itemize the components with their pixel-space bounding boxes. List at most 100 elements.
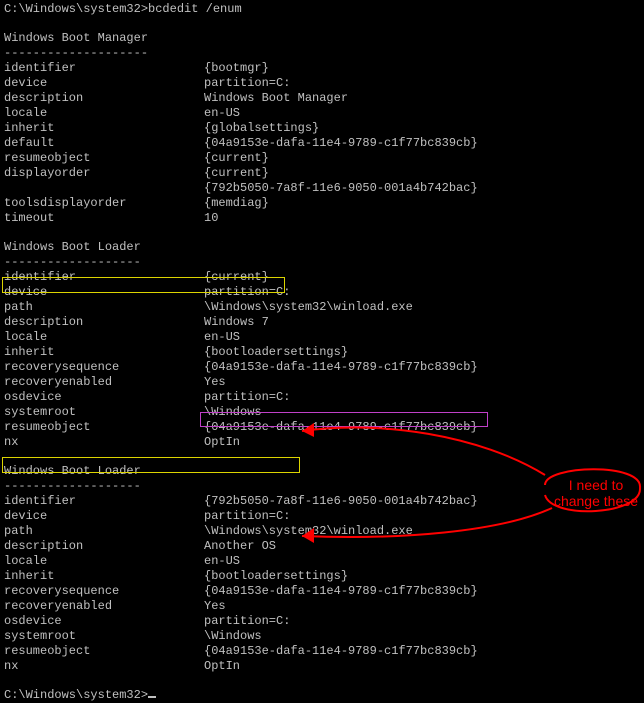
kv-row: resumeobject{current} xyxy=(4,151,640,166)
key-label: resumeobject xyxy=(4,151,204,166)
key-label: nx xyxy=(4,659,204,674)
value-text: OptIn xyxy=(204,435,240,449)
value-text: Yes xyxy=(204,599,226,613)
key-label: recoveryenabled xyxy=(4,375,204,390)
value-text: partition=C: xyxy=(204,614,290,628)
value-text: partition=C: xyxy=(204,390,290,404)
kv-row: resumeobject{04a9153e-dafa-11e4-9789-c1f… xyxy=(4,420,640,435)
kv-row: recoverysequence{04a9153e-dafa-11e4-9789… xyxy=(4,360,640,375)
section-bootmgr: Windows Boot Manager -------------------… xyxy=(4,31,640,226)
section-underline: ------------------- xyxy=(4,479,640,494)
value-text: Windows 7 xyxy=(204,315,269,329)
command-prompt-line: C:\Windows\system32>bcdedit /enum xyxy=(4,2,640,17)
key-label: identifier xyxy=(4,61,204,76)
key-label: device xyxy=(4,509,204,524)
value-text: \Windows xyxy=(204,405,262,419)
kv-row: localeen-US xyxy=(4,106,640,121)
value-text: \Windows\system32\winload.exe xyxy=(204,300,413,314)
value-text: {04a9153e-dafa-11e4-9789-c1f77bc839cb} xyxy=(204,420,478,434)
key-label: osdevice xyxy=(4,614,204,629)
value-text: Another OS xyxy=(204,539,276,553)
key-label: description xyxy=(4,539,204,554)
kv-row: devicepartition=C: xyxy=(4,285,640,300)
key-label: description xyxy=(4,315,204,330)
value-text: partition=C: xyxy=(204,509,290,523)
key-label: resumeobject xyxy=(4,644,204,659)
value-text: OptIn xyxy=(204,659,240,673)
key-label: default xyxy=(4,136,204,151)
kv-row: recoveryenabledYes xyxy=(4,599,640,614)
value-text: \Windows\system32\winload.exe xyxy=(204,524,413,538)
section-loader2: Windows Boot Loader ------------------- … xyxy=(4,464,640,674)
kv-row: path\Windows\system32\winload.exe xyxy=(4,524,640,539)
annotation-text: I need to change these xyxy=(552,477,640,509)
kv-row: path\Windows\system32\winload.exe xyxy=(4,300,640,315)
key-label: locale xyxy=(4,554,204,569)
kv-row: inherit{bootloadersettings} xyxy=(4,345,640,360)
kv-row: osdevicepartition=C: xyxy=(4,614,640,629)
key-label: recoveryenabled xyxy=(4,599,204,614)
key-label: identifier xyxy=(4,270,204,285)
key-label: locale xyxy=(4,106,204,121)
value-text: {bootmgr} xyxy=(204,61,269,75)
kv-row: nxOptIn xyxy=(4,435,640,450)
value-text: {bootloadersettings} xyxy=(204,345,348,359)
key-label: timeout xyxy=(4,211,204,226)
value-text: {current} xyxy=(204,166,269,180)
key-label: toolsdisplayorder xyxy=(4,196,204,211)
key-label: device xyxy=(4,76,204,91)
value-text: partition=C: xyxy=(204,76,290,90)
cursor-icon xyxy=(148,696,156,698)
key-label: path xyxy=(4,300,204,315)
key-label: resumeobject xyxy=(4,420,204,435)
command-prompt-ready[interactable]: C:\Windows\system32> xyxy=(4,688,640,703)
value-text: {04a9153e-dafa-11e4-9789-c1f77bc839cb} xyxy=(204,136,478,150)
value-text: {bootloadersettings} xyxy=(204,569,348,583)
kv-row: default{04a9153e-dafa-11e4-9789-c1f77bc8… xyxy=(4,136,640,151)
section-underline: -------------------- xyxy=(4,46,640,61)
kv-row: recoveryenabledYes xyxy=(4,375,640,390)
kv-row: timeout10 xyxy=(4,211,640,226)
key-label: inherit xyxy=(4,121,204,136)
kv-row: descriptionWindows Boot Manager xyxy=(4,91,640,106)
kv-row: identifier{bootmgr} xyxy=(4,61,640,76)
kv-row: descriptionWindows 7 xyxy=(4,315,640,330)
key-label: osdevice xyxy=(4,390,204,405)
key-label: inherit xyxy=(4,345,204,360)
kv-row: recoverysequence{04a9153e-dafa-11e4-9789… xyxy=(4,584,640,599)
key-label: identifier xyxy=(4,494,204,509)
key-label: systemroot xyxy=(4,405,204,420)
key-label: description xyxy=(4,91,204,106)
key-label: recoverysequence xyxy=(4,360,204,375)
kv-row: nxOptIn xyxy=(4,659,640,674)
kv-row: systemroot\Windows xyxy=(4,405,640,420)
value-text: {memdiag} xyxy=(204,196,269,210)
key-label: displayorder xyxy=(4,166,204,181)
kv-row: {792b5050-7a8f-11e6-9050-001a4b742bac} xyxy=(4,181,640,196)
key-label: inherit xyxy=(4,569,204,584)
value-text: Yes xyxy=(204,375,226,389)
value-text: partition=C: xyxy=(204,285,290,299)
kv-row: toolsdisplayorder{memdiag} xyxy=(4,196,640,211)
value-text: 10 xyxy=(204,211,218,225)
section-title: Windows Boot Manager xyxy=(4,31,640,46)
kv-row: localeen-US xyxy=(4,554,640,569)
kv-row: identifier{current} xyxy=(4,270,640,285)
value-text: {globalsettings} xyxy=(204,121,319,135)
kv-row: localeen-US xyxy=(4,330,640,345)
section-underline: ------------------- xyxy=(4,255,640,270)
section-title: Windows Boot Loader xyxy=(4,240,640,255)
kv-row: identifier{792b5050-7a8f-11e6-9050-001a4… xyxy=(4,494,640,509)
value-text: Windows Boot Manager xyxy=(204,91,348,105)
key-label: nx xyxy=(4,435,204,450)
value-text: {current} xyxy=(204,151,269,165)
kv-row: descriptionAnother OS xyxy=(4,539,640,554)
key-label: path xyxy=(4,524,204,539)
kv-row: devicepartition=C: xyxy=(4,509,640,524)
value-text: en-US xyxy=(204,106,240,120)
key-label: locale xyxy=(4,330,204,345)
kv-row: inherit{globalsettings} xyxy=(4,121,640,136)
value-text: en-US xyxy=(204,554,240,568)
kv-row: devicepartition=C: xyxy=(4,76,640,91)
value-text: {current} xyxy=(204,270,269,284)
